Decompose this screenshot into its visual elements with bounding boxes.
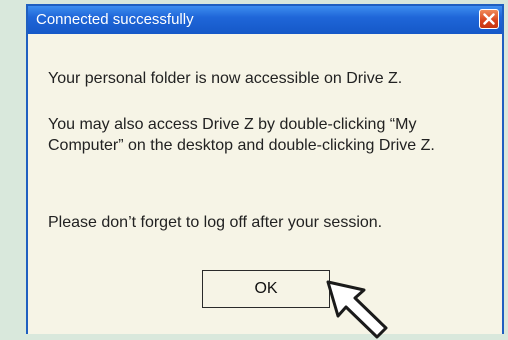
ok-button[interactable]: OK (202, 270, 330, 308)
message-line-drive-access: Your personal folder is now accessible o… (48, 70, 403, 87)
title-bar: Connected successfully (28, 6, 502, 34)
window-title: Connected successfully (36, 11, 194, 28)
close-icon (483, 13, 495, 25)
mouse-pointer-icon (326, 280, 388, 339)
close-button[interactable] (479, 9, 499, 29)
message-line-my-computer: You may also access Drive Z by double-cl… (48, 116, 435, 154)
desktop-backdrop (0, 0, 26, 334)
message-line-log-off: Please don’t forget to log off after you… (48, 214, 383, 231)
dialog-window: Connected successfully Your personal fol… (26, 4, 504, 339)
